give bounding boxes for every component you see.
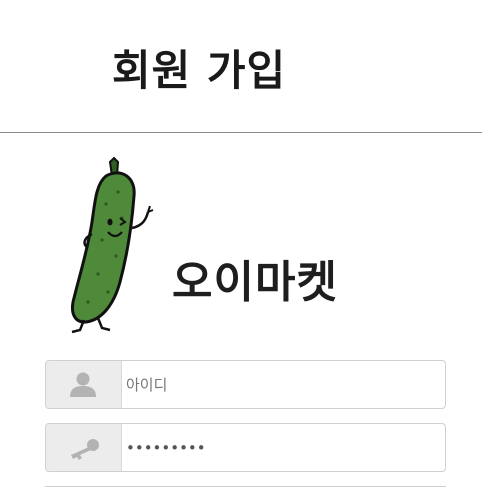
page-header: 회원 가입 (0, 0, 482, 133)
page-title: 회원 가입 (112, 46, 287, 95)
id-input[interactable] (122, 361, 442, 408)
password-input[interactable] (122, 424, 442, 471)
id-field-group (45, 360, 446, 409)
user-icon (70, 372, 96, 397)
id-addon (46, 361, 122, 408)
password-field-group (45, 423, 446, 472)
password-addon (46, 424, 122, 471)
brand-name: 오이마켓 (172, 257, 338, 308)
cucumber-mascot-logo (71, 156, 154, 334)
key-icon (71, 439, 99, 460)
